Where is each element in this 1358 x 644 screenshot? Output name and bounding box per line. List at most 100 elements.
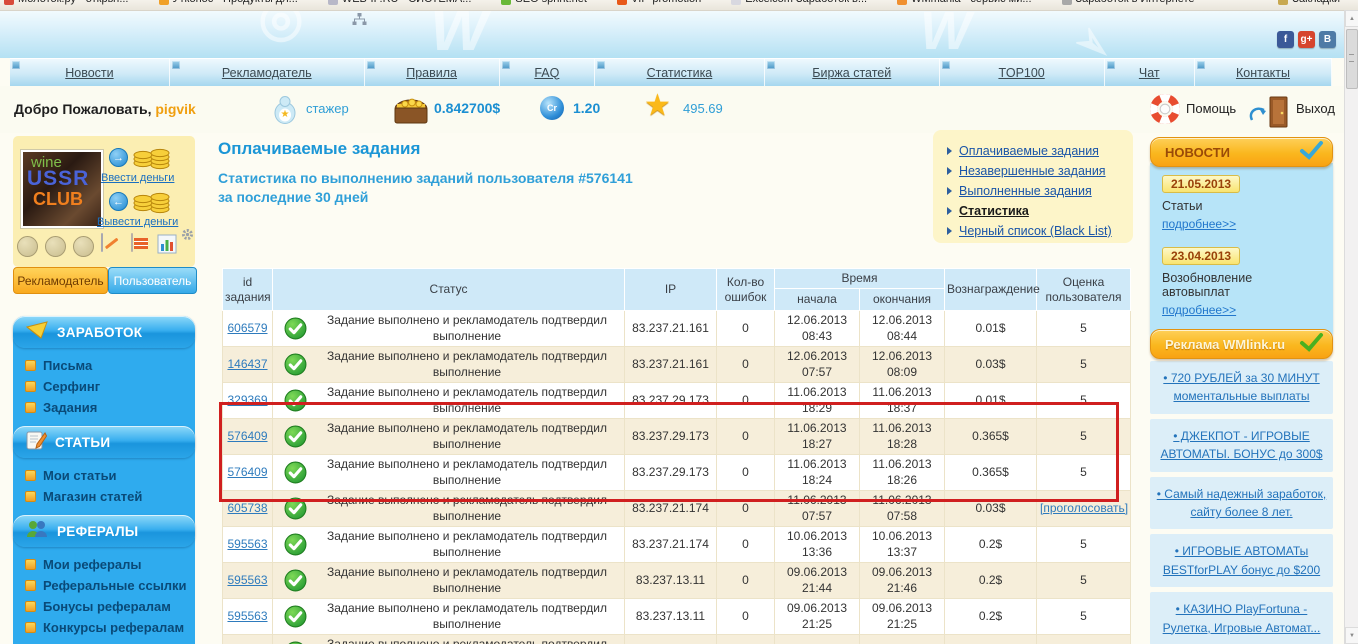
task-id-cell: 595563 [222, 598, 273, 635]
nav-item-9[interactable]: Контакты [1194, 59, 1332, 86]
task-id-link[interactable]: 606579 [227, 321, 267, 335]
quick-link[interactable]: Незавершенные задания [947, 161, 1133, 181]
sidebar-item[interactable]: Мои рефералы [25, 554, 189, 575]
sidebar-item[interactable]: Задания [25, 397, 189, 418]
bookmark-item[interactable]: Молоток.ру - открыт... [4, 0, 129, 5]
scrollbar-thumb[interactable] [1346, 29, 1358, 89]
facebook-icon[interactable]: f [1277, 31, 1294, 48]
stats-chart-icon[interactable] [157, 234, 177, 259]
news-more-link[interactable]: подробнее>> [1162, 217, 1236, 231]
task-id-link[interactable]: 595563 [227, 537, 267, 551]
quick-link[interactable]: Статистика [947, 201, 1133, 221]
sidebar-item[interactable]: Серфинг [25, 376, 189, 397]
sidebar-item[interactable]: Магазин статей [25, 486, 189, 507]
task-ip-cell: 83.237.29.173 [624, 382, 717, 419]
scrollbar-up-arrow[interactable]: ▲ [1345, 10, 1358, 27]
end-time: 21:25 [886, 616, 918, 631]
nav-item-1[interactable]: Новости [10, 59, 170, 86]
nav-item-6[interactable]: Биржа статей [764, 59, 940, 86]
ad-item: • Самый надежный заработок, сайту более … [1150, 476, 1333, 530]
nav-item-4[interactable]: FAQ [499, 59, 596, 86]
sidebar-item[interactable]: Бонусы рефералам [25, 596, 189, 617]
scrollbar-down-arrow[interactable]: ▼ [1345, 627, 1358, 644]
news-more-link[interactable]: подробнее>> [1162, 303, 1236, 317]
news-item-title: Статьи [1162, 199, 1203, 213]
bookmarks-folder[interactable]: Закладки [1278, 0, 1340, 5]
task-ip-cell: 83.237.21.174 [624, 490, 717, 527]
sidebar-item-label: Письма [43, 358, 93, 373]
menu-title: РЕФЕРАЛЫ [57, 523, 139, 539]
end-time: 07:58 [886, 508, 918, 523]
nav-item-5[interactable]: Статистика [595, 59, 765, 86]
firewall-icon[interactable] [131, 233, 133, 252]
quick-link[interactable]: Выполненные задания [947, 181, 1133, 201]
task-reward-cell [944, 634, 1038, 644]
quick-link[interactable]: Оплачиваемые задания [947, 141, 1133, 161]
task-reward-cell: 0.2$ [944, 598, 1038, 635]
end-time: 08:44 [886, 328, 918, 343]
username[interactable]: pigvik [155, 101, 195, 117]
sidebar-item[interactable]: Реферальные ссылки [25, 575, 189, 596]
nav-item-3[interactable]: Правила [364, 59, 500, 86]
browser-scrollbar[interactable]: ▲ ▼ [1344, 10, 1358, 644]
task-status-text: Задание выполнено и рекламодатель подтве… [327, 636, 607, 644]
deposit-link[interactable]: Ввести деньги [101, 172, 174, 184]
sidebar-item[interactable]: Мои статьи [25, 465, 189, 486]
sidebar-item[interactable]: Конкурсы рефералам [25, 617, 189, 638]
vk-icon[interactable]: В [1319, 31, 1336, 48]
vote-link[interactable]: [проголосовать] [1040, 501, 1128, 515]
rank-icon: ★ [272, 94, 298, 129]
exit-link[interactable]: Выход [1296, 101, 1335, 116]
exit-icon[interactable] [1248, 96, 1292, 133]
task-end-cell: 12.06.2013 08:44 [858, 310, 946, 347]
ad-link[interactable]: • Самый надежный заработок, сайту более … [1157, 487, 1327, 519]
wallet-panel: wine USSR CLUB → Ввести деньги ← Вывести… [13, 136, 195, 267]
bookmark-item[interactable]: VIP-promotion [616, 0, 701, 5]
task-id-link[interactable]: 146437 [227, 357, 267, 371]
notes-icon[interactable] [101, 233, 103, 252]
ad-link[interactable]: • ИГРОВЫЕ АВТОМАТы BESTforPLAY бонус до … [1163, 544, 1320, 576]
help-link[interactable]: Помощь [1186, 101, 1236, 116]
task-id-link[interactable]: 576409 [227, 429, 267, 443]
bookmark-item[interactable]: WMmania - сервис ми... [897, 0, 1032, 5]
tab-advertiser[interactable]: Рекламодатель [13, 267, 108, 294]
task-ip-cell: 83.237.21.174 [624, 526, 717, 563]
nav-corner-icon [1106, 61, 1115, 69]
task-id-link[interactable]: 605738 [227, 501, 267, 515]
withdraw-link[interactable]: Вывести деньги [97, 216, 178, 228]
col-header-id: id задания [222, 268, 273, 311]
ad-link[interactable]: • 720 РУБЛЕЙ за 30 МИНУТ моментальные вы… [1163, 371, 1319, 403]
ad-banner[interactable]: wine USSR CLUB [20, 149, 104, 229]
task-id-link[interactable]: 595563 [227, 609, 267, 623]
bookmark-item[interactable]: Заработок в Интернете [1061, 0, 1194, 5]
sidebar-item-label: Мои рефералы [43, 557, 142, 572]
bookmark-item[interactable]: Excelcom Заработок в... [731, 0, 867, 5]
task-ip-cell: 83.237.21.161 [624, 346, 717, 383]
bookmark-item[interactable]: Утконос - Продукты дл... [158, 0, 298, 5]
help-icon[interactable] [1150, 94, 1180, 129]
nav-item-8[interactable]: Чат [1104, 59, 1195, 86]
task-status-text: Задание выполнено и рекламодатель подтве… [327, 492, 607, 523]
sidebar-item[interactable]: Письма [25, 355, 189, 376]
nav-item-7[interactable]: TOP100 [939, 59, 1105, 86]
ad-link[interactable]: • КАЗИНО PlayFortuna - Рулетка, Игровые … [1163, 602, 1321, 634]
task-status-cell: Задание выполнено и рекламодатель подтве… [272, 346, 625, 383]
nav-item-2[interactable]: Рекламодатель [169, 59, 365, 86]
gear-icon[interactable] [181, 228, 194, 246]
task-start-cell: 12.06.2013 08:43 [774, 310, 860, 347]
quick-link[interactable]: Черный список (Black List) [947, 221, 1133, 241]
table-row: 605738 Задание выполнено и рекламодатель … [222, 490, 1132, 527]
bookmark-item[interactable]: SEO sprint.net [501, 0, 587, 5]
tab-user[interactable]: Пользователь [108, 267, 197, 294]
task-id-link[interactable]: 329369 [227, 393, 267, 407]
task-id-link[interactable]: 576409 [227, 465, 267, 479]
ad-link[interactable]: • ДЖЕКПОТ - ИГРОВЫЕ АВТОМАТЫ. БОНУС до 3… [1160, 429, 1322, 461]
task-rating-cell: 5 [1036, 382, 1132, 419]
start-time: 18:29 [801, 400, 833, 415]
google-plus-icon[interactable]: g+ [1298, 31, 1315, 48]
task-id-link[interactable]: 595563 [227, 573, 267, 587]
task-id-cell: 606579 [222, 310, 273, 347]
col-header-time-start: начала [774, 288, 860, 311]
task-reward-cell: 0.03$ [944, 346, 1038, 383]
bookmark-item[interactable]: WEB-IP.RU - СИСТЕМА... [327, 0, 471, 5]
